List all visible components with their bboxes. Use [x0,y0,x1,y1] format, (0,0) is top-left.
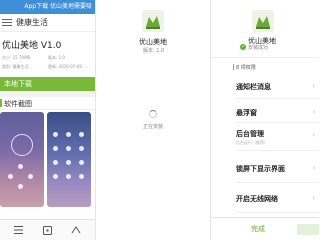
page-title: 健康生活 [16,18,48,27]
app-version: 版本: 1.0 [143,48,165,54]
check-icon: ✓ [240,44,246,50]
system-nav-bar [0,219,95,240]
permission-item-notification[interactable]: 通知栏消息 › [236,76,319,99]
app-title: 优山美地 V1.0 [2,41,62,51]
app-name: 优山美地 [139,38,167,46]
chevron-right-icon: › [312,131,315,139]
permission-desc: 后台运行（推荐） [236,140,268,145]
local-download-button[interactable]: 本地下载 [0,77,95,91]
permission-title: 锁屏下显示界面 [236,165,285,173]
screenshots-section-header: 软件截图 [0,97,95,110]
app-logo-icon [252,10,274,32]
app-screenshot-1[interactable] [0,112,44,207]
install-status: 安装成功 [248,45,269,51]
installing-panel: 优山美地 版本: 1.0 正在安装 [96,0,210,240]
chevron-right-icon: › [312,194,315,202]
section-marker [0,99,2,107]
app-screenshot-2[interactable] [47,112,91,207]
permission-item-lockscreen[interactable]: 锁屏下显示界面 › [236,158,319,183]
chevron-right-icon: › [312,82,315,90]
page-header: 健康生活 [0,14,95,32]
permission-item-background[interactable]: 后台管理 后台运行（推荐） › [236,124,319,151]
install-success-panel: 优山美地 ✓ 安装成功 8 项权限 通知栏消息 › 悬浮窗 › 后台管理 后台运… [211,0,319,240]
open-button[interactable] [297,224,319,235]
app-category: 类别: 健康生活 [2,64,29,69]
permission-item-wifi[interactable]: 开启无线网络 › [236,188,319,213]
permission-title: 悬浮窗 [236,109,257,117]
app-detail-panel: App下载 优山美地需要吸 健康生活 优山美地 V1.0 大小: 15.70MB… [0,0,95,240]
permissions-header: 8 项权限 [236,65,256,71]
permission-item-floating-window[interactable]: 悬浮窗 › [236,100,319,123]
loading-spinner-icon [149,110,157,118]
app-update-date: 更新: 2016-07-09 [48,64,82,69]
chevron-right-icon: › [312,108,315,116]
app-download-banner[interactable]: App下载 优山美地需要吸 [0,0,95,14]
permission-title: 开启无线网络 [236,195,278,203]
app-logo-icon [142,10,164,32]
back-icon[interactable] [69,223,83,237]
section-title: 软件截图 [4,100,32,108]
section-marker [233,64,234,70]
divider [211,57,319,58]
permission-title: 通知栏消息 [236,83,271,91]
app-version: 版本: 1.0 [48,55,65,60]
home-icon[interactable] [40,223,54,237]
menu-icon[interactable] [2,17,12,27]
menu-icon[interactable] [11,223,25,237]
loading-text: 正在安装 [142,124,163,130]
app-size: 大小: 15.70MB [2,55,31,60]
chevron-right-icon: › [312,164,315,172]
permission-title: 后台管理 [236,130,264,138]
bottom-action-bar: 完成 [211,217,319,240]
done-button[interactable]: 完成 [251,224,265,234]
